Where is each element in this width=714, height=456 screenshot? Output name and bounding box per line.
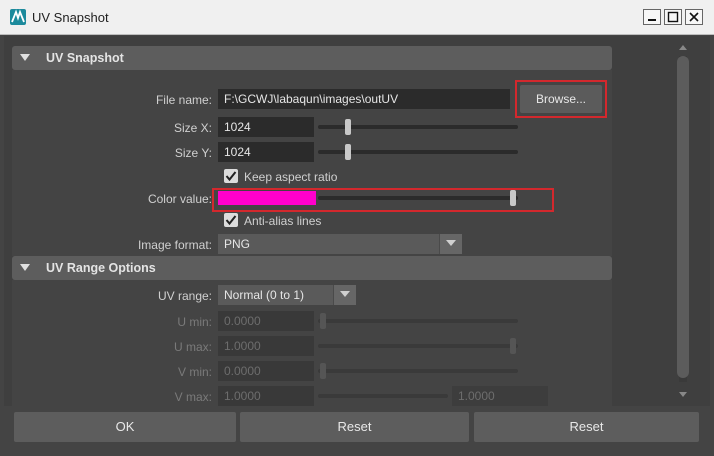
scroll-up-icon[interactable] [677,42,689,54]
uv-range-dropdown[interactable]: Normal (0 to 1) [218,285,356,305]
chevron-down-icon[interactable] [439,234,462,254]
color-value-highlight-box [212,188,554,212]
uv-range-label: UV range: [157,289,212,303]
image-format-dropdown[interactable]: PNG [218,234,462,254]
checkmark-icon [225,215,237,226]
anti-alias-checkbox[interactable] [224,213,238,227]
browse-button[interactable]: Browse... [520,85,602,113]
v-max-field-overlay: 1.0000 [452,386,548,406]
keep-aspect-label: Keep aspect ratio [244,170,338,184]
v-min-slider-track[interactable] [318,369,518,373]
vertical-scrollbar[interactable] [677,42,689,402]
u-min-slider-track[interactable] [318,319,518,323]
file-name-label: File name: [155,93,212,107]
uv-range-section-header[interactable]: UV Range Options [12,256,612,280]
reset-button-2[interactable]: Reset [474,412,699,442]
anti-alias-label: Anti-alias lines [244,214,322,228]
image-format-value: PNG [224,237,251,251]
color-value-label: Color value: [147,192,212,206]
size-y-label: Size Y: [174,146,212,160]
size-x-label: Size X: [173,121,212,135]
size-x-field[interactable]: 1024 [218,117,314,137]
section-title: UV Snapshot [46,51,124,65]
keep-aspect-checkbox[interactable] [224,169,238,183]
dialog-content: UV Snapshot File name: F:\GCWJ\labaqun\i… [4,36,710,406]
uv-snapshot-window: UV Snapshot UV Snapshot File name: F:\GC… [0,0,714,456]
ok-button[interactable]: OK [14,412,236,442]
v-min-label: V min: [177,365,212,379]
size-y-field[interactable]: 1024 [218,142,314,162]
v-max-field[interactable]: 1.0000 [218,386,314,406]
maya-app-icon [10,9,26,25]
u-max-label: U max: [173,340,212,354]
v-min-slider-handle[interactable] [320,363,326,379]
size-y-slider-handle[interactable] [345,144,351,160]
title-bar[interactable]: UV Snapshot [0,0,714,35]
dialog-button-bar: OK Reset Reset [0,406,714,456]
u-max-field[interactable]: 1.0000 [218,336,314,356]
v-max-label: V max: [174,390,212,404]
checkmark-icon [225,171,237,182]
size-x-slider-handle[interactable] [345,119,351,135]
uv-range-section: UV range: Normal (0 to 1) U min: 0.0000 … [12,280,612,406]
v-max-slider-track[interactable] [318,394,448,398]
scroll-down-icon[interactable] [677,388,689,400]
u-min-label: U min: [177,315,212,329]
uv-range-value: Normal (0 to 1) [224,288,305,302]
u-max-slider-handle[interactable] [510,338,516,354]
minimize-icon[interactable] [643,9,661,25]
window-title: UV Snapshot [32,10,109,25]
section-title: UV Range Options [46,261,156,275]
close-icon[interactable] [685,9,703,25]
scrollbar-thumb[interactable] [677,56,689,378]
file-name-field[interactable]: F:\GCWJ\labaqun\images\outUV [218,89,510,109]
chevron-down-icon[interactable] [333,285,356,305]
u-min-field[interactable]: 0.0000 [218,311,314,331]
maximize-icon[interactable] [664,9,682,25]
v-min-field[interactable]: 0.0000 [218,361,314,381]
reset-button-1[interactable]: Reset [240,412,469,442]
collapse-triangle-icon[interactable] [20,264,30,272]
uv-snapshot-section-header[interactable]: UV Snapshot [12,46,612,70]
u-min-slider-handle[interactable] [320,313,326,329]
u-max-slider-track[interactable] [318,344,518,348]
image-format-label: Image format: [137,238,212,252]
collapse-triangle-icon[interactable] [20,54,30,62]
scroll-area: UV Snapshot File name: F:\GCWJ\labaqun\i… [12,46,612,406]
